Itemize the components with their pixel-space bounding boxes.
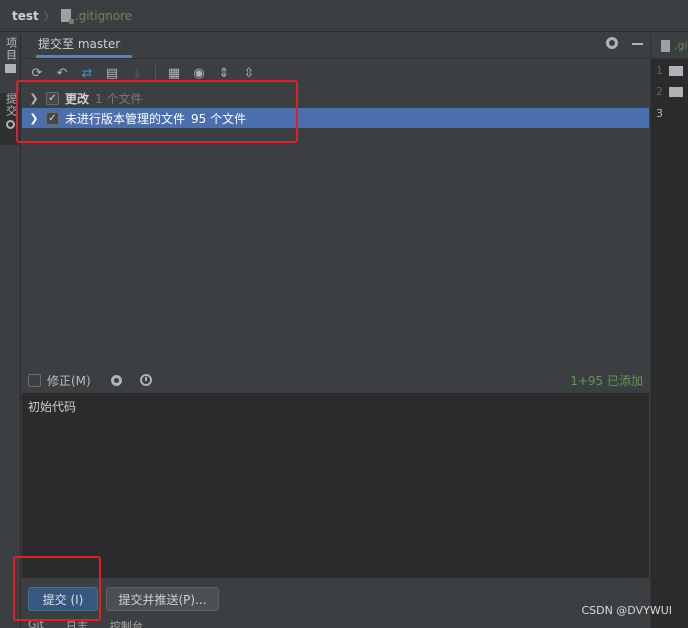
- annotation-box-commit: [13, 556, 101, 621]
- commit-and-push-button[interactable]: 提交并推送(P)...: [106, 587, 219, 611]
- commit-message-text: 初始代码: [28, 400, 77, 414]
- tool-tab-project-label: 项目: [4, 37, 18, 61]
- line-number: 2: [656, 85, 663, 98]
- history-clock-icon[interactable]: [139, 374, 152, 386]
- line-number: 3: [656, 107, 663, 120]
- download-icon[interactable]: ⤓: [130, 66, 144, 80]
- diff-icon[interactable]: ⇄: [80, 66, 94, 80]
- annotation-box-tree: [16, 80, 298, 143]
- commit-icon: [6, 120, 15, 129]
- tab-commit-to-master[interactable]: 提交至 master: [35, 35, 133, 58]
- commit-message-editor[interactable]: 初始代码: [22, 393, 649, 578]
- file-icon: [661, 39, 670, 52]
- bottom-tab-git[interactable]: Git: [28, 620, 44, 628]
- minus-icon[interactable]: [632, 43, 643, 45]
- bottom-tool-tabs: Git 日志 控制台: [22, 620, 649, 628]
- eye-icon[interactable]: ◉: [192, 66, 206, 80]
- line-2: 2: [656, 85, 686, 98]
- editor-tab[interactable]: .gi: [651, 33, 688, 59]
- breadcrumb: test 〉 .gitignore: [0, 0, 688, 32]
- rollback-icon[interactable]: ↶: [55, 66, 69, 80]
- editor-pane: .gi 1 2 3: [650, 33, 688, 628]
- shelve-icon[interactable]: ▤: [105, 66, 119, 80]
- breadcrumb-project[interactable]: test: [12, 9, 39, 23]
- bottom-tab-log[interactable]: 日志: [66, 620, 88, 628]
- folder-icon: [669, 65, 683, 76]
- line-number: 1: [656, 64, 663, 77]
- panel-header: 提交至 master: [22, 33, 649, 59]
- amend-checkbox[interactable]: [28, 373, 41, 387]
- group-icon[interactable]: ▦: [167, 66, 181, 80]
- watermark: CSDN @DVYWUI: [581, 604, 672, 617]
- line-3: 3: [656, 107, 686, 120]
- refresh-icon[interactable]: ⟳: [30, 66, 44, 80]
- expand-icon[interactable]: ⇕: [217, 66, 231, 80]
- bottom-tab-console[interactable]: 控制台: [110, 620, 143, 628]
- gear-icon[interactable]: [606, 37, 618, 49]
- folder-icon: [669, 86, 683, 97]
- tab-commit-label: 提交至 master: [38, 37, 121, 51]
- amend-label[interactable]: 修正(M): [47, 372, 91, 389]
- added-status: 1+95 已添加: [570, 373, 643, 388]
- panel-actions: [606, 37, 649, 49]
- toolbar-divider: [155, 65, 156, 81]
- commit-options-gear-icon[interactable]: [110, 374, 122, 386]
- collapse-icon[interactable]: ⇳: [242, 66, 256, 80]
- amend-bar: 修正(M) 1+95 已添加: [22, 368, 649, 392]
- editor-tab-name: .gi: [674, 39, 688, 52]
- line-1: 1: [656, 64, 686, 77]
- folder-icon: [5, 64, 16, 73]
- file-icon: [60, 9, 74, 24]
- breadcrumb-separator: 〉: [43, 9, 55, 23]
- breadcrumb-file[interactable]: .gitignore: [75, 9, 132, 23]
